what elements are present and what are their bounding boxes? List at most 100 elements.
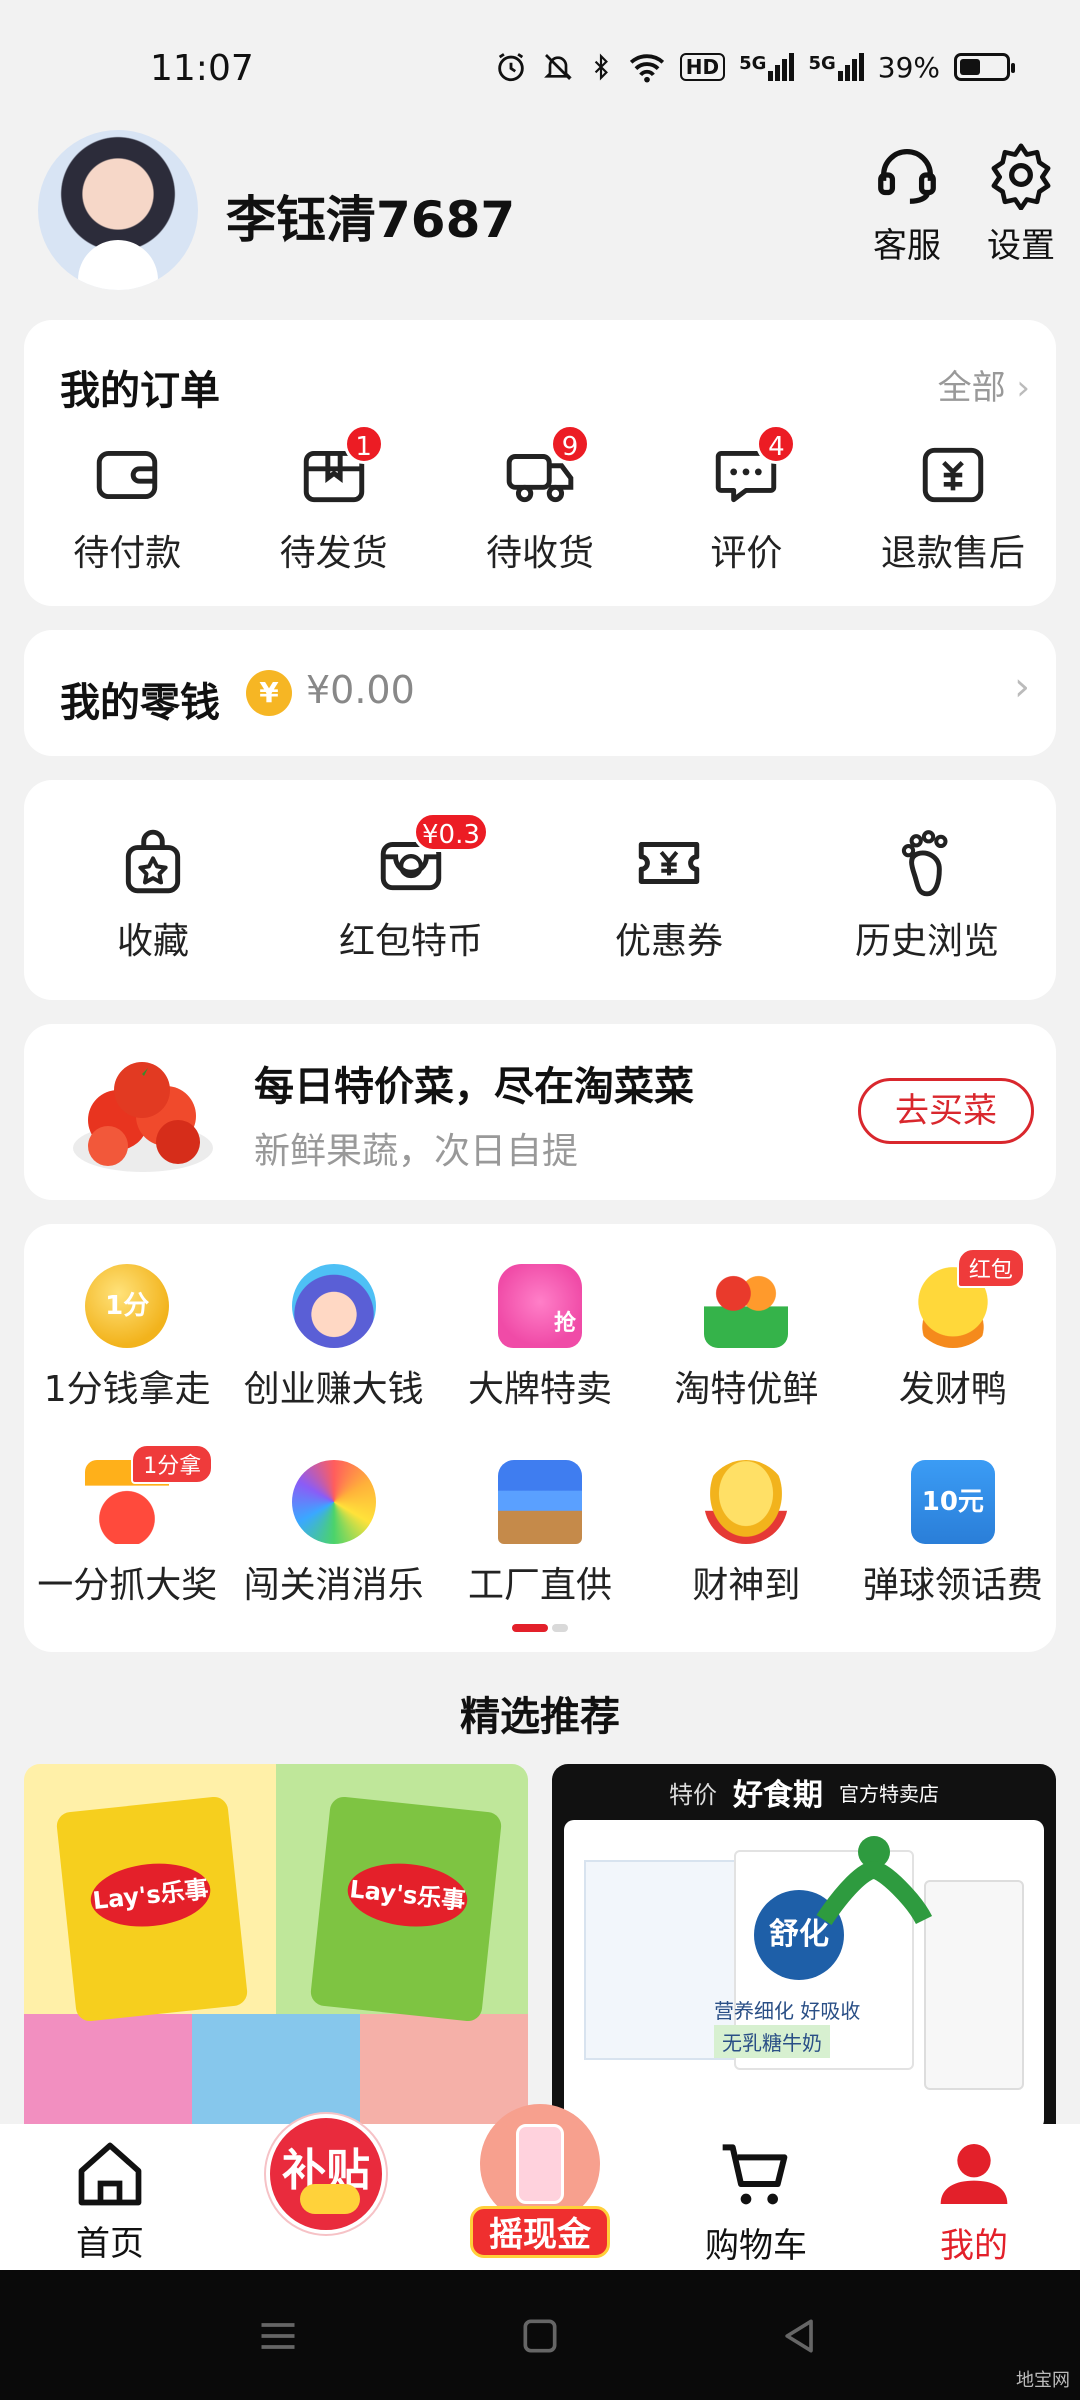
footprint-icon [901, 830, 948, 897]
cart-icon [722, 2144, 788, 2205]
phone-credit-icon: 10元 [910, 1460, 995, 1544]
gold-coin-glyph: 1分 [105, 1291, 150, 1321]
page-indicator [512, 1624, 568, 1632]
back-icon[interactable] [778, 2314, 822, 2358]
tshirt-glyph: 抢 [554, 1311, 577, 1336]
me-icon [940, 2144, 1008, 2204]
network-1: 5G [739, 53, 795, 81]
factory-icon [498, 1460, 583, 1544]
order-badge: 1 [343, 424, 384, 464]
wifi-icon [629, 54, 664, 83]
status-bar: 11:07 HD 5G 5G 39% [0, 0, 1080, 120]
order-item-1[interactable]: 待发货 1 [230, 424, 436, 576]
orders-all-label: 全部 [937, 368, 1006, 408]
customer-service-button[interactable]: 客服 [862, 140, 952, 267]
milk-store-header: 特价 好食期 官方特卖店 [552, 1770, 1056, 1814]
system-nav-bar: 地宝网 [0, 2270, 1080, 2400]
service-r2-item-4[interactable]: 10元 弹球领话费 [850, 1460, 1056, 1608]
fruit-basket-icon [704, 1264, 789, 1348]
service-r1-item-1[interactable]: 创业赚大钱 [230, 1264, 436, 1412]
order-item-4[interactable]: 退款售后 [850, 438, 1056, 576]
order-item-label: 待发货 [279, 533, 388, 574]
service-r1-item-label: 大牌特卖 [468, 1369, 613, 1410]
order-item-label: 待收货 [486, 533, 595, 574]
settings-button[interactable]: 设置 [976, 140, 1066, 267]
buy-vegetables-button[interactable]: 去买菜 [858, 1078, 1034, 1144]
service-r2-item-0[interactable]: 一分抓大奖 1分拿 [24, 1444, 230, 1608]
home-icon [78, 2142, 142, 2206]
wallet-card[interactable]: 我的零钱 ¥ ¥0.00 › [24, 630, 1056, 756]
menu-icon[interactable] [256, 2314, 300, 2358]
home-nav-icon[interactable] [518, 2314, 562, 2358]
tab-me[interactable]: 我的 [904, 2124, 1044, 2270]
tab-home[interactable]: 首页 [40, 2124, 180, 2270]
order-badge: 9 [550, 424, 591, 464]
tab-shake-cash[interactable]: 摇现金 [470, 2094, 610, 2270]
service-r2-item-label: 闯关消消乐 [243, 1565, 424, 1606]
wallet-icon [96, 450, 158, 500]
service-r1-item-0[interactable]: 1分 1分钱拿走 [24, 1264, 230, 1412]
services-row-2: 一分抓大奖 1分拿 闯关消消乐 工厂直供 财神到 10元 弹球领话费 [24, 1444, 1056, 1608]
tab-subsidy[interactable]: 补贴 [266, 2114, 386, 2234]
milk-tag: 特价 [669, 1780, 717, 1809]
coin-icon: ¥ [246, 670, 292, 716]
tool-item-label: 优惠券 [614, 921, 723, 962]
chevron-right-icon: › [1016, 368, 1030, 408]
service-r1-item-label: 发财鸭 [898, 1369, 1007, 1410]
tab-shake-cash-label: 摇现金 [470, 2206, 610, 2258]
milk-slogan: 营养细化 好吸收 [714, 1999, 861, 2023]
milk-store-name: 好食期 [733, 1778, 823, 1813]
recommend-title: 精选推荐 [460, 1694, 620, 1740]
orders-all-link[interactable]: 全部 › [938, 360, 1030, 409]
order-item-2[interactable]: 待收货 9 [437, 424, 643, 576]
tool-item-3[interactable]: 历史浏览 [798, 826, 1056, 964]
grocery-banner[interactable]: 每日特价菜，尽在淘菜菜 新鲜果蔬，次日自提 去买菜 [24, 1024, 1056, 1200]
tomato-image [73, 1062, 213, 1172]
service-r1-item-3[interactable]: 淘特优鲜 [643, 1264, 849, 1412]
services-row-1: 1分 1分钱拿走 创业赚大钱抢大牌特卖 淘特优鲜 发财鸭 红包 [24, 1248, 1056, 1412]
order-item-3[interactable]: 评价 4 [643, 424, 849, 576]
colorful-flower-icon [291, 1460, 376, 1544]
service-r1-item-label: 1分钱拿走 [43, 1369, 211, 1410]
service-r2-item-label: 一分抓大奖 [37, 1565, 218, 1606]
product-card-chips[interactable]: Lay's乐事 Lay's乐事 [24, 1764, 528, 2124]
service-r1-item-2[interactable]: 抢大牌特卖 [437, 1264, 643, 1412]
service-r1-item-4[interactable]: 发财鸭 红包 [850, 1248, 1056, 1412]
tool-item-0[interactable]: 收藏 [24, 826, 282, 964]
wallet-title: 我的零钱 [60, 680, 220, 726]
mute-bell-icon [543, 54, 572, 80]
order-item-0[interactable]: 待付款 [24, 438, 230, 576]
gold-coin-icon: 1分 [85, 1264, 170, 1348]
service-r2-item-2[interactable]: 工厂直供 [437, 1460, 643, 1608]
tab-home-label: 首页 [76, 2224, 144, 2264]
product-card-milk[interactable]: 特价 好食期 官方特卖店 舒化 营养细化 好吸收 无乳糖牛奶 [552, 1764, 1056, 2124]
tool-item-1[interactable]: 红包特币 ¥0.3 [282, 812, 540, 964]
tool-item-2[interactable]: 优惠券 [540, 826, 798, 964]
watermark: 地宝网 [1016, 2370, 1070, 2391]
battery-percent: 39% [877, 50, 940, 84]
gold-ingot-icon [704, 1460, 789, 1544]
orders-grid: 待付款 待发货 1 待收货 9 评价 4 退款售后 [24, 424, 1056, 576]
chips-bag-green: Lay's乐事 [309, 1795, 503, 2023]
avatar[interactable] [38, 130, 198, 290]
tshirt-icon: 抢 [498, 1264, 583, 1348]
service-r2-item-label: 工厂直供 [468, 1565, 613, 1606]
headset-icon [878, 149, 936, 204]
favorite-bag-icon [125, 829, 181, 894]
tool-item-label: 历史浏览 [854, 921, 999, 962]
tool-badge: ¥0.3 [413, 812, 489, 852]
phone-credit-glyph: 10元 [921, 1487, 984, 1517]
service-r2-item-3[interactable]: 财神到 [643, 1460, 849, 1608]
order-item-label: 评价 [710, 533, 783, 574]
tab-cart[interactable]: 购物车 [686, 2124, 826, 2270]
service-r2-item-1[interactable]: 闯关消消乐 [230, 1460, 436, 1608]
username[interactable]: 李钰清7687 [226, 180, 515, 252]
battery-icon [954, 53, 1015, 81]
orders-card: 我的订单 全部 › 待付款 待发货 1 待收货 9 评价 4 退款售后 [24, 320, 1056, 606]
tools-card: 收藏 红包特币 ¥0.3 优惠券 历史浏览 [24, 780, 1056, 1000]
wallet-amount: ¥0.00 [306, 668, 415, 712]
milk-logo-figure [816, 1836, 933, 1926]
milk-store-type: 官方特卖店 [839, 1781, 939, 1806]
grocery-subtitle: 新鲜果蔬，次日自提 [254, 1131, 579, 1172]
chevron-right-icon: › [1014, 664, 1030, 710]
